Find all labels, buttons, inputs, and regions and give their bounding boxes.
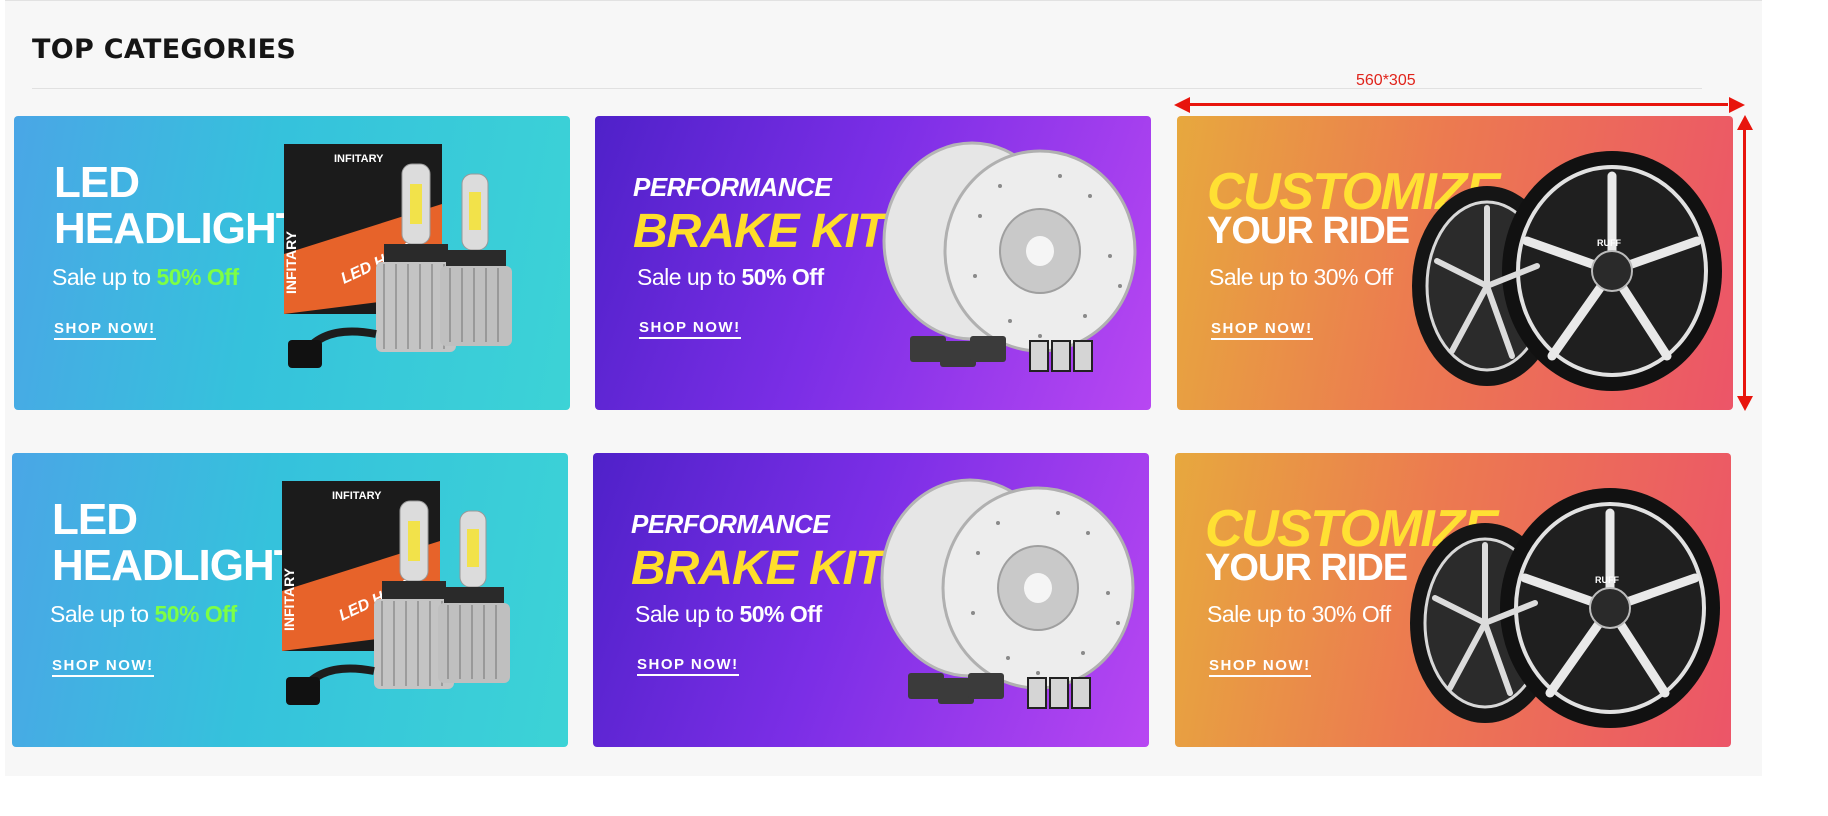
banner-sale-text: Sale up to 50% Off xyxy=(50,601,237,627)
banner-headline-line2: HEADLIGHT xyxy=(52,541,301,590)
height-arrow-top-head xyxy=(1737,115,1753,130)
banner-led-headlight[interactable]: LED HEADLIGHT Sale up to 50% Off SHOP NO… xyxy=(14,116,570,410)
svg-text:RUFF: RUFF xyxy=(1597,238,1621,248)
width-arrow-line xyxy=(1188,103,1728,106)
banner-sale-text: Sale up to 30% Off xyxy=(1209,264,1393,290)
banner-headline-line1: LED xyxy=(54,158,140,207)
banner-headline-line2: YOUR RIDE xyxy=(1207,210,1410,252)
banner-led-headlight[interactable]: LED HEADLIGHT Sale up to 50% Off SHOP NO… xyxy=(12,453,568,747)
svg-text:INFITARY: INFITARY xyxy=(282,567,297,631)
custom-wheels-product-image: RUFF xyxy=(1410,488,1720,728)
width-arrow-left-head xyxy=(1174,97,1190,113)
banner-headline-line2: HEADLIGHT xyxy=(54,204,303,253)
banner-headline-line1: PERFORMANCE xyxy=(631,509,830,539)
svg-text:INFITARY: INFITARY xyxy=(332,490,382,502)
svg-text:RUFF: RUFF xyxy=(1595,575,1619,585)
shop-now-link[interactable]: SHOP NOW! xyxy=(637,656,739,676)
banner-sale-text: Sale up to 50% Off xyxy=(637,264,824,290)
banner-brake-kits[interactable]: PERFORMANCE BRAKE KITS Sale up to 50% Of… xyxy=(595,116,1151,410)
section-divider xyxy=(32,88,1702,89)
height-arrow-bottom-head xyxy=(1737,396,1753,411)
banner-headline-line2: BRAKE KITS xyxy=(631,542,915,595)
dimension-annotation-label: 560*305 xyxy=(1356,72,1416,89)
svg-text:INFITARY: INFITARY xyxy=(334,153,384,165)
width-arrow-right-head xyxy=(1729,97,1745,113)
section-title: TOP CATEGORIES xyxy=(32,34,297,65)
shop-now-link[interactable]: SHOP NOW! xyxy=(1209,657,1311,677)
banner-headline-line2: BRAKE KITS xyxy=(633,205,917,258)
banner-customize-your-ride[interactable]: CUSTOMIZE YOUR RIDE Sale up to 30% Off S… xyxy=(1175,453,1731,747)
shop-now-link[interactable]: SHOP NOW! xyxy=(639,319,741,339)
banner-brake-kits[interactable]: PERFORMANCE BRAKE KITS Sale up to 50% Of… xyxy=(593,453,1149,747)
shop-now-link[interactable]: SHOP NOW! xyxy=(54,320,156,340)
svg-text:INFITARY: INFITARY xyxy=(284,230,299,294)
brake-rotors-product-image xyxy=(882,141,1137,372)
banner-headline-line1: LED xyxy=(52,495,138,544)
brake-rotors-product-image xyxy=(880,478,1135,709)
banner-sale-text: Sale up to 50% Off xyxy=(635,601,822,627)
shop-now-link[interactable]: SHOP NOW! xyxy=(1211,320,1313,340)
led-headlight-product-image: INFITARY INFITARY LED HEAD xyxy=(284,144,512,368)
custom-wheels-product-image: RUFF xyxy=(1412,151,1722,391)
led-headlight-product-image: INFITARY INFITARY LED HEAD xyxy=(282,481,510,705)
banner-customize-your-ride[interactable]: CUSTOMIZE YOUR RIDE Sale up to 30% Off S… xyxy=(1177,116,1733,410)
banner-headline-line1: PERFORMANCE xyxy=(633,172,832,202)
banner-headline-line2: YOUR RIDE xyxy=(1205,547,1408,589)
banner-sale-text: Sale up to 50% Off xyxy=(52,264,239,290)
height-arrow-line xyxy=(1743,128,1746,400)
banner-sale-text: Sale up to 30% Off xyxy=(1207,601,1391,627)
shop-now-link[interactable]: SHOP NOW! xyxy=(52,657,154,677)
